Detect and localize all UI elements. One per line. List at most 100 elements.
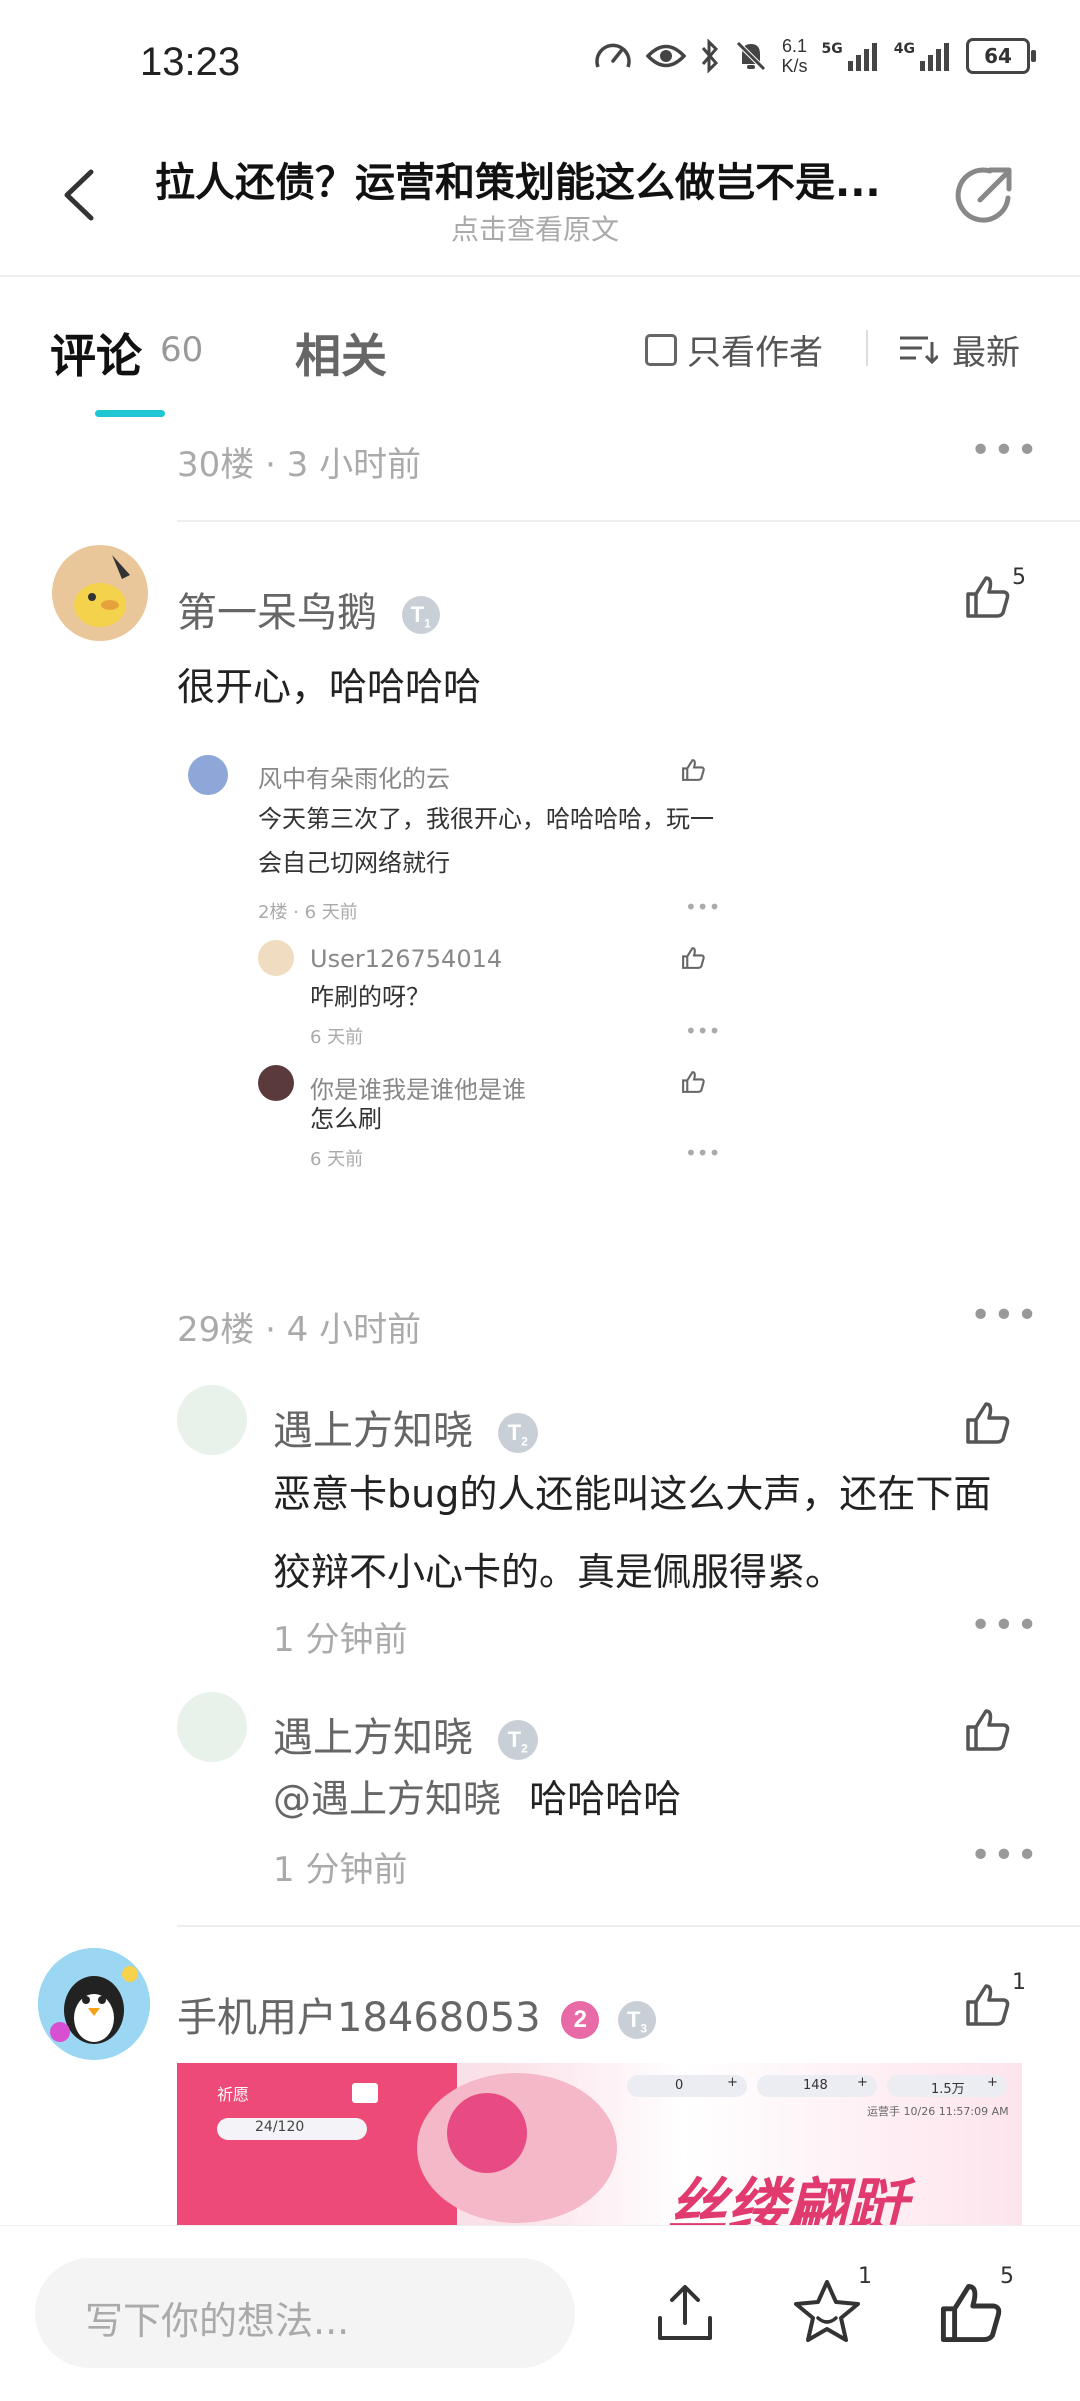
avatar bbox=[188, 755, 228, 795]
battery-indicator: 64 bbox=[966, 38, 1036, 74]
favorite-count: 1 bbox=[858, 2264, 872, 2289]
duck-avatar-icon bbox=[52, 545, 148, 641]
like-count: 5 bbox=[1000, 2264, 1014, 2289]
resource-pill: 148 + bbox=[757, 2075, 877, 2097]
character-hat bbox=[447, 2093, 527, 2173]
more-options-icon: ••• bbox=[685, 895, 721, 919]
more-options-icon[interactable]: ••• bbox=[970, 1835, 1040, 1876]
comment-tabs: 评论 60 相关 只看作者 最新 bbox=[0, 275, 1080, 417]
sort-label: 最新 bbox=[952, 333, 1020, 373]
image-label: 祈愿 bbox=[217, 2085, 250, 2104]
signal-4g: 4G bbox=[894, 41, 952, 71]
reply-meta: 2楼 · 6 天前 bbox=[258, 902, 358, 923]
avatar bbox=[258, 940, 294, 976]
comment-author[interactable]: 手机用户18468053 2 T3 bbox=[177, 1985, 657, 2043]
comment-input-placeholder: 写下你的想法... bbox=[85, 2299, 350, 2343]
like-count: 5 bbox=[1012, 565, 1026, 590]
more-options-icon[interactable]: ••• bbox=[970, 430, 1040, 471]
floor-meta: 29楼 · 4 小时前 bbox=[177, 1310, 422, 1350]
status-time: 13:23 bbox=[140, 40, 241, 84]
tab-related[interactable]: 相关 bbox=[295, 320, 387, 386]
more-options-icon[interactable]: ••• bbox=[970, 1295, 1040, 1336]
level-badge: T2 bbox=[497, 1413, 538, 1453]
more-options-icon[interactable]: ••• bbox=[970, 1605, 1040, 1646]
comment-author[interactable]: 第一呆鸟鹅 T1 bbox=[177, 580, 440, 638]
article-header: 拉人还债？运营和策划能这么做岂不是... 点击查看原文 bbox=[0, 130, 1080, 277]
divider bbox=[177, 1925, 1080, 1927]
only-author-label: 只看作者 bbox=[687, 333, 823, 373]
sort-toggle[interactable]: 最新 bbox=[898, 325, 1020, 374]
status-bar: 13:23 6.1 K/s 5G 4G 64 bbox=[0, 0, 1080, 130]
mute-bell-icon bbox=[735, 41, 766, 71]
comment-input[interactable]: 写下你的想法... bbox=[35, 2258, 575, 2368]
thumbs-up-icon[interactable] bbox=[935, 2278, 1005, 2348]
thumbs-up-icon[interactable] bbox=[962, 572, 1012, 622]
signal-5g: 5G bbox=[822, 41, 880, 71]
tabs-divider bbox=[866, 330, 868, 366]
share-upload-icon[interactable] bbox=[650, 2278, 720, 2348]
divider bbox=[177, 520, 1080, 522]
level-badge: T1 bbox=[401, 596, 440, 634]
comment-count: 60 bbox=[160, 330, 204, 370]
reply-author: 风中有朵雨化的云 bbox=[258, 765, 450, 793]
avatar[interactable] bbox=[177, 1385, 247, 1455]
reply-text: @遇上方知晓 哈哈哈哈 bbox=[273, 1777, 682, 1821]
penguin-avatar-icon bbox=[38, 1948, 150, 2060]
back-arrow-icon[interactable] bbox=[55, 160, 115, 230]
more-options-icon: ••• bbox=[685, 1019, 721, 1043]
gift-icon bbox=[352, 2083, 378, 2103]
reply-time: 6 天前 bbox=[310, 1027, 364, 1048]
network-speed: 6.1 K/s bbox=[781, 36, 808, 76]
mention-link[interactable]: @遇上方知晓 bbox=[273, 1777, 501, 1821]
comment-text: 很开心，哈哈哈哈 bbox=[177, 665, 482, 709]
reply-author: User126754014 bbox=[310, 945, 503, 973]
rank-badge: 2 bbox=[561, 2001, 600, 2039]
avatar[interactable] bbox=[38, 1948, 150, 2060]
thumbs-up-icon bbox=[682, 1071, 705, 1093]
view-original-link[interactable]: 点击查看原文 bbox=[155, 208, 915, 248]
reply-text: 咋刷的呀？ bbox=[310, 983, 430, 1011]
avatar bbox=[258, 1065, 294, 1101]
comment-image[interactable]: 祈愿 24/120 0 + 148 + 1.5万 + 运营手 10/26 11:57:… bbox=[177, 2063, 1022, 2225]
resource-pill: 1.5万 + bbox=[887, 2075, 1007, 2097]
progress-text: 24/120 bbox=[255, 2119, 305, 2135]
thumbs-up-icon[interactable] bbox=[962, 1398, 1012, 1448]
reply-text: 怎么刷 bbox=[310, 1105, 382, 1133]
only-author-toggle[interactable]: 只看作者 bbox=[645, 325, 823, 374]
bluetooth-icon bbox=[701, 39, 718, 73]
signal-bars-icon bbox=[920, 43, 949, 71]
image-timestamp: 运营手 10/26 11:57:09 AM bbox=[867, 2105, 1009, 2118]
like-count: 1 bbox=[1012, 1970, 1026, 1995]
reply-author[interactable]: 遇上方知晓 T2 bbox=[273, 1705, 538, 1763]
active-tab-indicator bbox=[95, 410, 165, 417]
avatar[interactable] bbox=[177, 1692, 247, 1762]
share-icon[interactable] bbox=[950, 160, 1020, 230]
checkbox-icon[interactable] bbox=[645, 333, 677, 366]
thumbs-up-icon[interactable] bbox=[962, 1980, 1012, 2030]
status-icons: 6.1 K/s 5G 4G 64 bbox=[594, 36, 1036, 76]
reply-text: 恶意卡bug的人还能叫这么大声，还在下面狡辩不小心卡的。真是佩服得紧。 bbox=[273, 1472, 992, 1594]
sort-icon bbox=[900, 336, 938, 364]
favorite-star-icon[interactable] bbox=[792, 2276, 862, 2346]
image-banner-text: 丝缕翩跹 bbox=[667, 2172, 907, 2225]
level-badge: T3 bbox=[618, 2001, 657, 2039]
more-options-icon: ••• bbox=[685, 1141, 721, 1165]
bottom-action-bar: 写下你的想法... 1 5 bbox=[0, 2225, 1080, 2401]
signal-bars-icon bbox=[847, 43, 877, 71]
thumbs-up-icon bbox=[682, 947, 705, 969]
reply-author[interactable]: 遇上方知晓 T2 bbox=[273, 1398, 538, 1456]
floor-meta: 30楼 · 3 小时前 bbox=[177, 445, 422, 485]
avatar[interactable] bbox=[52, 545, 148, 641]
speedometer-icon bbox=[594, 43, 631, 68]
thumbs-up-icon[interactable] bbox=[962, 1705, 1012, 1755]
tab-comments[interactable]: 评论 bbox=[50, 320, 142, 386]
nested-replies-image: 风中有朵雨化的云 今天第三次了，我很开心，哈哈哈哈，玩一会自己切网络就行 2楼 … bbox=[180, 755, 720, 1175]
resource-pill: 0 + bbox=[627, 2075, 747, 2097]
level-badge: T2 bbox=[497, 1720, 538, 1760]
reply-time: 1 分钟前 bbox=[273, 1850, 408, 1890]
article-title[interactable]: 拉人还债？运营和策划能这么做岂不是... bbox=[155, 150, 925, 208]
reply-text: 今天第三次了，我很开心，哈哈哈哈，玩一会自己切网络就行 bbox=[258, 805, 714, 877]
reply-time: 1 分钟前 bbox=[273, 1620, 408, 1660]
eye-icon bbox=[645, 44, 686, 68]
reply-time: 6 天前 bbox=[310, 1149, 364, 1170]
